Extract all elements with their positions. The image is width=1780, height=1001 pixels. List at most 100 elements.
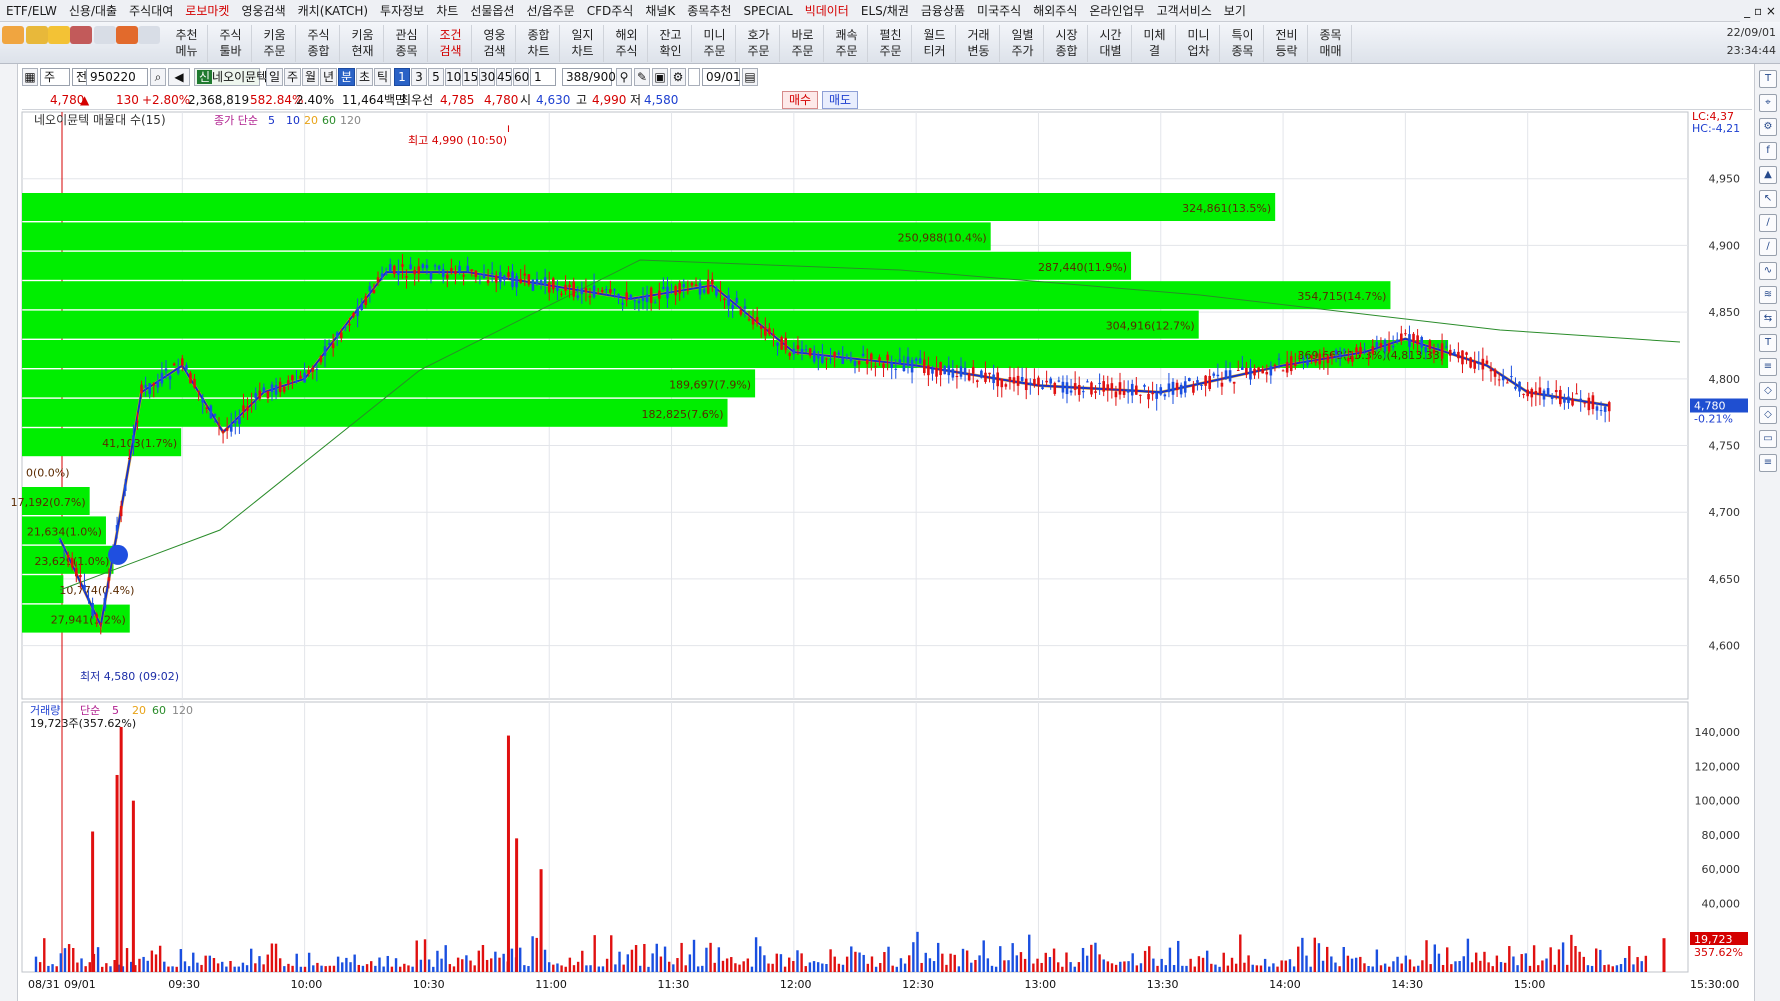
minute-tab-3[interactable]: 10 <box>445 68 461 86</box>
period-tab-2[interactable]: 월 <box>302 68 319 86</box>
menu-item-20[interactable]: 고객서비스 <box>1151 0 1218 21</box>
speaker-icon[interactable]: ◀ <box>168 68 190 86</box>
toolbar-button-23[interactable]: 미니 업차 <box>1178 25 1220 62</box>
minute-tab-5[interactable]: 30 <box>479 68 495 86</box>
drawing-tool-icon[interactable]: ↖ <box>1759 190 1777 208</box>
drawing-tool-icon[interactable]: ≡ <box>1759 358 1777 376</box>
toolbar-button-13[interactable]: 호가 주문 <box>738 25 780 62</box>
period-tab-5[interactable]: 초 <box>356 68 373 86</box>
toolbar-button-7[interactable]: 영웅 검색 <box>474 25 516 62</box>
toolbar-button-3[interactable]: 주식 종합 <box>298 25 340 62</box>
menu-item-15[interactable]: ELS/채권 <box>855 0 915 21</box>
search-icon[interactable]: ⌕ <box>150 68 166 86</box>
toolbar-button-18[interactable]: 거래 변동 <box>958 25 1000 62</box>
pencil-icon[interactable] <box>26 26 48 44</box>
toolbar-button-26[interactable]: 종목 매매 <box>1310 25 1352 62</box>
menu-item-13[interactable]: SPECIAL <box>737 0 798 21</box>
toolbar-button-1[interactable]: 주식 툴바 <box>210 25 252 62</box>
menu-item-12[interactable]: 종목추천 <box>681 0 737 21</box>
toolbar-button-5[interactable]: 관심 종목 <box>386 25 428 62</box>
toolbar-button-16[interactable]: 펼친 주문 <box>870 25 912 62</box>
menu-item-0[interactable]: ETF/ELW <box>0 0 63 21</box>
draw-icon[interactable]: ✎ <box>634 68 650 86</box>
toolbar-button-12[interactable]: 미니 주문 <box>694 25 736 62</box>
drawing-tool-icon[interactable]: ▭ <box>1759 430 1777 448</box>
menu-item-7[interactable]: 차트 <box>430 0 464 21</box>
toolbar-button-8[interactable]: 종합 차트 <box>518 25 560 62</box>
menu-item-16[interactable]: 금융상품 <box>915 0 971 21</box>
toolbar-button-11[interactable]: 잔고 확인 <box>650 25 692 62</box>
drawing-tool-icon[interactable]: ▲ <box>1759 166 1777 184</box>
drawing-tool-icon[interactable]: ◇ <box>1759 406 1777 424</box>
menu-item-19[interactable]: 온라인업무 <box>1083 0 1150 21</box>
menu-item-9[interactable]: 선/옵주문 <box>520 0 580 21</box>
toolbar-button-19[interactable]: 일별 주가 <box>1002 25 1044 62</box>
toolbar-button-4[interactable]: 키움 현재 <box>342 25 384 62</box>
lock-icon[interactable] <box>48 26 70 44</box>
save-icon[interactable]: ▣ <box>652 68 668 86</box>
period-tab-0[interactable]: 일 <box>266 68 283 86</box>
minute-tab-6[interactable]: 45 <box>496 68 512 86</box>
minute-tab-1[interactable]: 3 <box>411 68 427 86</box>
period-tab-3[interactable]: 년 <box>320 68 337 86</box>
toolbar-button-24[interactable]: 특이 종목 <box>1222 25 1264 62</box>
chart-area[interactable]: 324,861(13.5%) 250,988(10.4%) 287,440(11.9… <box>0 110 1754 1001</box>
calendar-icon[interactable]: ▤ <box>742 68 758 86</box>
toolbar-button-17[interactable]: 월드 티커 <box>914 25 956 62</box>
toolbar-button-0[interactable]: 추천 메뉴 <box>166 25 208 62</box>
drawing-tool-icon[interactable]: ∕ <box>1759 238 1777 256</box>
menu-item-4[interactable]: 영웅검색 <box>235 0 291 21</box>
toolbar-button-2[interactable]: 키움 주문 <box>254 25 296 62</box>
period-tab-4[interactable]: 분 <box>338 68 355 86</box>
menu-item-11[interactable]: 채널K <box>639 0 681 21</box>
drawing-tool-icon[interactable]: ≋ <box>1759 286 1777 304</box>
toolbar-button-20[interactable]: 시장 종합 <box>1046 25 1088 62</box>
drawing-tool-icon[interactable]: ≡ <box>1759 454 1777 472</box>
drawing-tool-icon[interactable]: ⇆ <box>1759 310 1777 328</box>
menu-item-18[interactable]: 해외주식 <box>1027 0 1083 21</box>
type-select[interactable]: 주 <box>40 68 70 86</box>
layout-icon[interactable]: ▦ <box>22 68 38 86</box>
menu-item-5[interactable]: 캐치(KATCH) <box>292 0 374 21</box>
toolbar-button-9[interactable]: 일지 차트 <box>562 25 604 62</box>
drawing-tool-icon[interactable]: ◇ <box>1759 382 1777 400</box>
stock-code-input[interactable]: 950220 <box>86 68 148 86</box>
drawing-tool-icon[interactable]: T <box>1759 334 1777 352</box>
minute-tab-7[interactable]: 60 <box>513 68 529 86</box>
toolbar-button-22[interactable]: 미체 결 <box>1134 25 1176 62</box>
stock-name[interactable]: 신 네오이뮨텍 <box>194 68 267 86</box>
drawing-tool-icon[interactable]: ⚙ <box>1759 118 1777 136</box>
period-tab-6[interactable]: 틱 <box>374 68 391 86</box>
drawing-tool-icon[interactable]: ⌖ <box>1759 94 1777 112</box>
minute-tab-2[interactable]: 5 <box>428 68 444 86</box>
settings-icon[interactable]: ⚙ <box>670 68 686 86</box>
monitor-icon[interactable] <box>116 26 138 44</box>
toolbar-button-25[interactable]: 전비 등락 <box>1266 25 1308 62</box>
menu-item-14[interactable]: 빅데이터 <box>799 0 855 21</box>
minute-tab-0[interactable]: 1 <box>394 68 410 86</box>
toolbar-button-21[interactable]: 시간 대별 <box>1090 25 1132 62</box>
toolbar-button-15[interactable]: 쾌속 주문 <box>826 25 868 62</box>
menu-item-8[interactable]: 선물옵션 <box>464 0 520 21</box>
count-select[interactable]: 1 <box>530 68 556 86</box>
drawing-tool-icon[interactable]: ∕ <box>1759 214 1777 232</box>
sell-button[interactable]: 매도 <box>822 91 858 109</box>
window-controls[interactable]: _ ▫ × <box>1740 0 1780 22</box>
menu-item-10[interactable]: CFD주식 <box>581 0 640 21</box>
date-checkbox[interactable] <box>688 68 700 86</box>
menu-item-2[interactable]: 주식대여 <box>123 0 179 21</box>
menu-item-21[interactable]: 보기 <box>1218 0 1252 21</box>
camera-icon[interactable] <box>70 26 92 44</box>
menu-item-6[interactable]: 투자정보 <box>374 0 430 21</box>
toolbar-button-10[interactable]: 해외 주식 <box>606 25 648 62</box>
folder-icon[interactable] <box>2 26 24 44</box>
buy-button[interactable]: 매수 <box>782 91 818 109</box>
menu-item-17[interactable]: 미국주식 <box>971 0 1027 21</box>
period-tab-1[interactable]: 주 <box>284 68 301 86</box>
gear-icon[interactable] <box>138 26 160 44</box>
toolbar-button-14[interactable]: 바로 주문 <box>782 25 824 62</box>
drawing-tool-icon[interactable]: T <box>1759 70 1777 88</box>
minute-tab-4[interactable]: 15 <box>462 68 478 86</box>
drawing-tool-icon[interactable]: ∿ <box>1759 262 1777 280</box>
toolbar-button-6[interactable]: 조건 검색 <box>430 25 472 62</box>
